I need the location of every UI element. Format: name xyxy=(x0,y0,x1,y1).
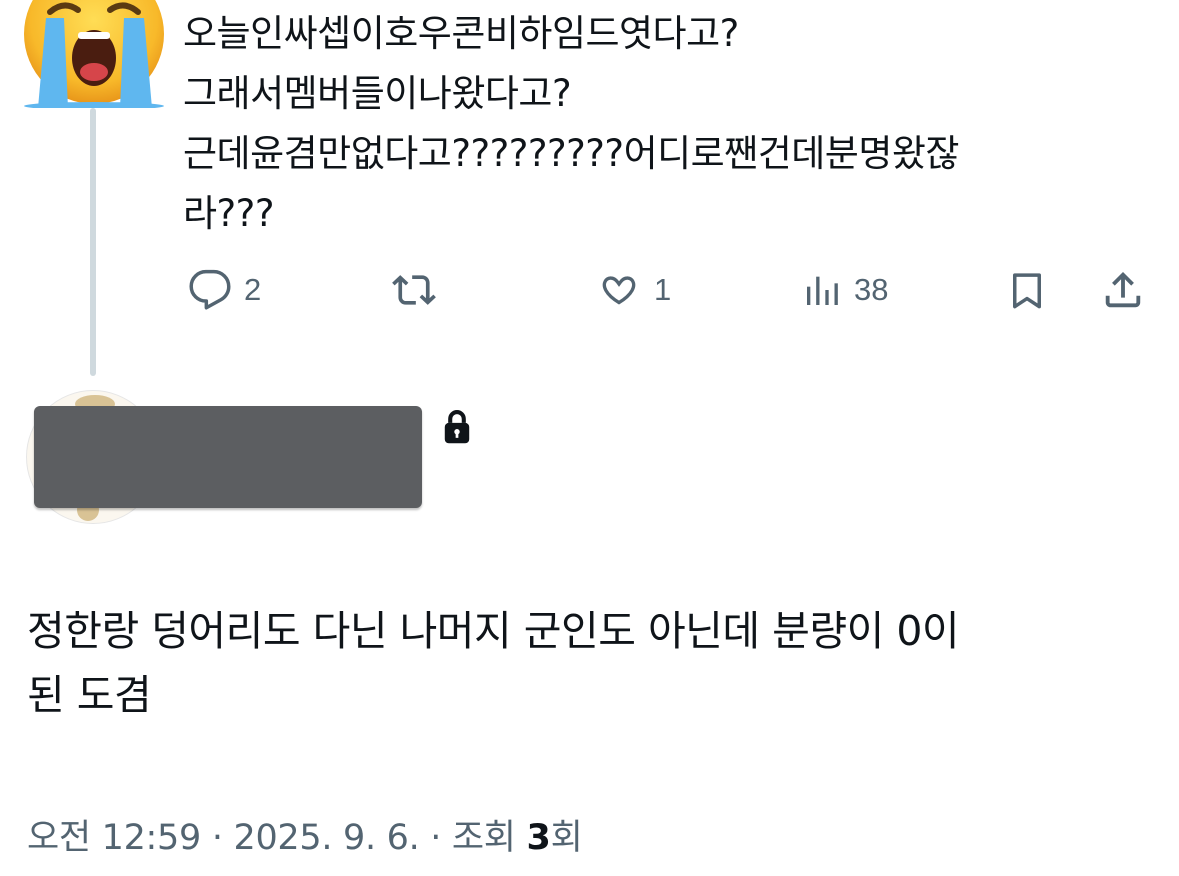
thread-line xyxy=(90,108,96,376)
tweet-text-line: 근데윤겸만없다고?????????어디로짼건데분명왔잖 xyxy=(183,132,959,175)
loudly-crying-face-icon xyxy=(24,0,164,110)
like-button[interactable]: 1 xyxy=(596,262,671,318)
tweet-time[interactable]: 오전 12:59 xyxy=(27,818,201,858)
share-button[interactable] xyxy=(1100,262,1146,318)
tweet-text-line: 된 도겸 xyxy=(27,671,152,719)
views-count: 38 xyxy=(854,272,889,307)
meta-separator: · xyxy=(430,818,442,858)
meta-separator: · xyxy=(211,818,223,858)
heart-icon xyxy=(602,276,636,305)
tweet-text-line: 오늘인싸셉이호우콘비하임드엿다고? xyxy=(183,12,739,55)
parent-avatar[interactable] xyxy=(20,0,168,110)
retweet-button[interactable] xyxy=(390,262,438,318)
views-button[interactable]: 38 xyxy=(802,262,888,318)
views-unit: 회 xyxy=(550,818,583,858)
reply-count: 2 xyxy=(244,272,262,307)
tweet-metadata: 오전 12:59 · 2025. 9. 6. · 조회 3회 xyxy=(27,810,583,866)
bookmark-button[interactable] xyxy=(1006,262,1048,318)
like-count: 1 xyxy=(654,272,672,307)
views-count: 3 xyxy=(526,818,551,858)
bookmark-icon xyxy=(1013,273,1041,309)
tweet-text-line: 정한랑 덩어리도 다닌 나머지 군인도 아닌데 분량이 0이 xyxy=(27,607,960,655)
parent-tweet-text: 오늘인싸셉이호우콘비하임드엿다고? 그래서멤버들이나왔다고? 근데윤겸만없다고?… xyxy=(183,4,1143,244)
action-bar: 2 1 38 xyxy=(0,262,1179,318)
tweet-date[interactable]: 2025. 9. 6. xyxy=(233,818,419,858)
tweet-text-line: 라??? xyxy=(183,192,274,235)
views-label: 조회 xyxy=(451,818,516,858)
censored-author-name xyxy=(34,406,422,508)
reply-button[interactable]: 2 xyxy=(188,262,261,318)
lock-icon-wrap xyxy=(440,408,474,446)
reply-icon xyxy=(189,269,231,310)
reply-tweet-text: 정한랑 덩어리도 다닌 나머지 군인도 아닌데 분량이 0이 된 도겸 xyxy=(27,599,1147,727)
share-icon xyxy=(1105,271,1141,308)
retweet-icon xyxy=(392,275,436,305)
lock-icon xyxy=(444,410,470,444)
tweet-text-line: 그래서멤버들이나왔다고? xyxy=(183,72,572,115)
views-chart-icon xyxy=(807,276,838,305)
